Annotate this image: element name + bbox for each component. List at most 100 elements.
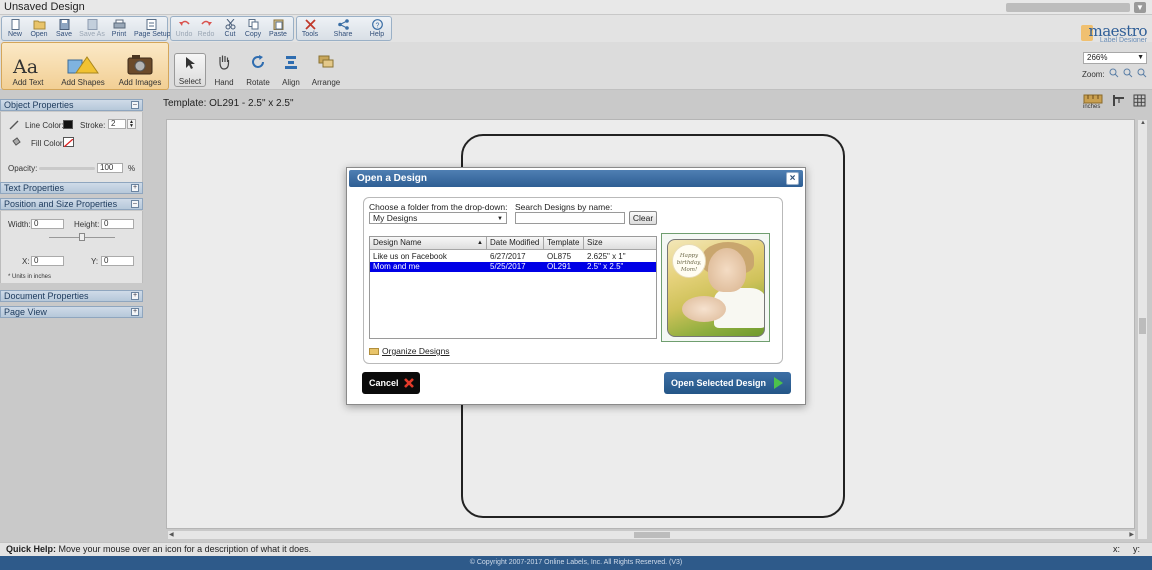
column-date-modified[interactable]: Date Modified: [487, 237, 544, 250]
tools-button[interactable]: Tools: [297, 17, 323, 41]
text-properties-header[interactable]: Text Properties +: [0, 182, 143, 194]
expand-icon[interactable]: +: [131, 184, 139, 192]
position-size-header[interactable]: Position and Size Properties –: [0, 198, 143, 210]
page-setup-button[interactable]: Page Setup: [134, 17, 171, 41]
print-button[interactable]: Print: [106, 17, 132, 41]
search-input[interactable]: [515, 212, 625, 224]
file-group: New Open Save Save As Print Page Setup: [1, 16, 171, 41]
chevron-down-icon: ▼: [1137, 54, 1144, 61]
line-color-swatch[interactable]: [63, 120, 73, 129]
title-bar: Unsaved Design ▼: [0, 0, 1152, 15]
folder-select[interactable]: My Designs ▼: [369, 212, 507, 224]
horizontal-scrollbar[interactable]: ◀ ▶: [168, 531, 1135, 539]
account-dropdown-icon[interactable]: ▼: [1134, 2, 1146, 13]
scroll-left-icon[interactable]: ◀: [169, 531, 174, 538]
stroke-stepper[interactable]: ▲ ▼: [127, 119, 136, 129]
object-properties-header[interactable]: Object Properties –: [0, 99, 143, 111]
document-properties-header[interactable]: Document Properties +: [0, 290, 143, 302]
zoom-select[interactable]: 266% ▼: [1083, 52, 1147, 64]
page-view-header[interactable]: Page View +: [0, 306, 143, 318]
object-properties-body: Line Color: Stroke: 2 ▲ ▼ Fill Color: Opa…: [0, 112, 143, 186]
add-shapes-button[interactable]: Add Shapes: [58, 43, 108, 89]
expand-icon[interactable]: +: [131, 292, 139, 300]
designs-table: Design Name ▲ Date Modified Template Siz…: [369, 236, 657, 339]
new-icon: [11, 19, 19, 30]
scroll-up-icon[interactable]: ▲: [1140, 120, 1146, 126]
width-input[interactable]: 0: [31, 219, 64, 229]
status-bar: Quick Help: Move your mouse over an icon…: [0, 542, 1152, 556]
template-label: Template: OL291 - 2.5" x 2.5": [163, 98, 294, 109]
vertical-scroll-thumb[interactable]: [1139, 318, 1146, 334]
zoom-fit-icon[interactable]: [1137, 68, 1147, 78]
folder-icon: [369, 348, 379, 355]
table-header: Design Name ▲ Date Modified Template Siz…: [370, 237, 656, 250]
grid-icon[interactable]: [1133, 94, 1146, 107]
open-folder-icon: [33, 20, 45, 30]
y-input[interactable]: 0: [101, 256, 134, 266]
vertical-scrollbar[interactable]: ▲: [1138, 120, 1147, 539]
save-as-icon: [87, 19, 97, 30]
edit-group: Undo Redo Cut Copy Paste: [170, 16, 294, 41]
align-icon: [285, 56, 297, 69]
pointer-icon: [186, 57, 195, 69]
design-toolbar: Aa Add Text Add Shapes Add Images Select: [0, 42, 1152, 90]
add-text-button[interactable]: Aa Add Text: [6, 43, 50, 89]
rotate-icon: [252, 55, 264, 68]
guides-icon[interactable]: [1112, 94, 1125, 107]
save-as-button[interactable]: Save As: [79, 17, 105, 41]
new-button[interactable]: New: [2, 17, 28, 41]
column-template[interactable]: Template: [544, 237, 584, 250]
share-button[interactable]: Share: [330, 17, 356, 41]
hand-tool-button[interactable]: Hand: [208, 53, 240, 87]
zoom-in-icon[interactable]: [1109, 68, 1119, 78]
close-icon[interactable]: ×: [786, 172, 799, 185]
table-row[interactable]: Like us on Facebook 6/27/2017 OL875 2.62…: [370, 252, 656, 262]
table-row-selected[interactable]: Mom and me 5/25/2017 OL291 2.5" x 2.5": [370, 262, 656, 272]
ruler-icon[interactable]: [1083, 94, 1103, 104]
collapse-icon[interactable]: –: [131, 101, 139, 109]
collapse-icon[interactable]: –: [131, 200, 139, 208]
help-button[interactable]: ? Help: [364, 17, 390, 41]
print-icon: [113, 19, 125, 29]
zoom-out-icon[interactable]: [1123, 68, 1133, 78]
horizontal-scroll-thumb[interactable]: [634, 532, 670, 538]
paste-button[interactable]: Paste: [265, 17, 291, 41]
cancel-button[interactable]: Cancel: [362, 372, 420, 394]
scroll-right-icon[interactable]: ▶: [1129, 531, 1134, 538]
rotate-tool-button[interactable]: Rotate: [242, 53, 274, 87]
preview-greeting: Happy birthday, Mom!: [672, 244, 706, 278]
align-tool-button[interactable]: Align: [275, 53, 307, 87]
main-toolbar: New Open Save Save As Print Page Setup U…: [0, 15, 1152, 42]
svg-text:?: ?: [375, 22, 379, 29]
account-menu[interactable]: [1006, 3, 1130, 12]
column-design-name[interactable]: Design Name ▲: [370, 237, 487, 250]
dialog-title: Open a Design: [357, 173, 428, 184]
copyright-footer: © Copyright 2007-2017 Online Labels, Inc…: [0, 556, 1152, 570]
add-images-icon: [127, 55, 153, 75]
clear-button[interactable]: Clear: [629, 211, 657, 225]
save-button[interactable]: Save: [51, 17, 77, 41]
stroke-input[interactable]: 2: [108, 119, 126, 129]
copy-button[interactable]: Copy: [240, 17, 266, 41]
add-images-button[interactable]: Add Images: [114, 43, 166, 89]
open-selected-design-button[interactable]: Open Selected Design: [664, 372, 791, 394]
lock-icon[interactable]: [79, 233, 85, 241]
opacity-slider[interactable]: [39, 167, 95, 170]
fill-color-swatch[interactable]: [63, 137, 74, 148]
cancel-x-icon: [404, 378, 414, 388]
expand-icon[interactable]: +: [131, 308, 139, 316]
paste-icon: [273, 19, 283, 30]
height-input[interactable]: 0: [101, 219, 134, 229]
tools-icon: [304, 19, 316, 30]
arrange-tool-button[interactable]: Arrange: [309, 53, 343, 87]
no-fill-icon: [63, 138, 74, 148]
x-input[interactable]: 0: [31, 256, 64, 266]
quick-help: Quick Help: Move your mouse over an icon…: [6, 544, 312, 554]
select-tool-button[interactable]: Select: [174, 53, 206, 87]
redo-button[interactable]: Redo: [193, 17, 219, 41]
open-design-dialog: Open a Design × Choose a folder from the…: [346, 167, 806, 405]
organize-designs-link[interactable]: Organize Designs: [369, 346, 450, 356]
opacity-input[interactable]: 100: [97, 163, 123, 173]
column-size[interactable]: Size: [584, 237, 656, 250]
open-button[interactable]: Open: [26, 17, 52, 41]
